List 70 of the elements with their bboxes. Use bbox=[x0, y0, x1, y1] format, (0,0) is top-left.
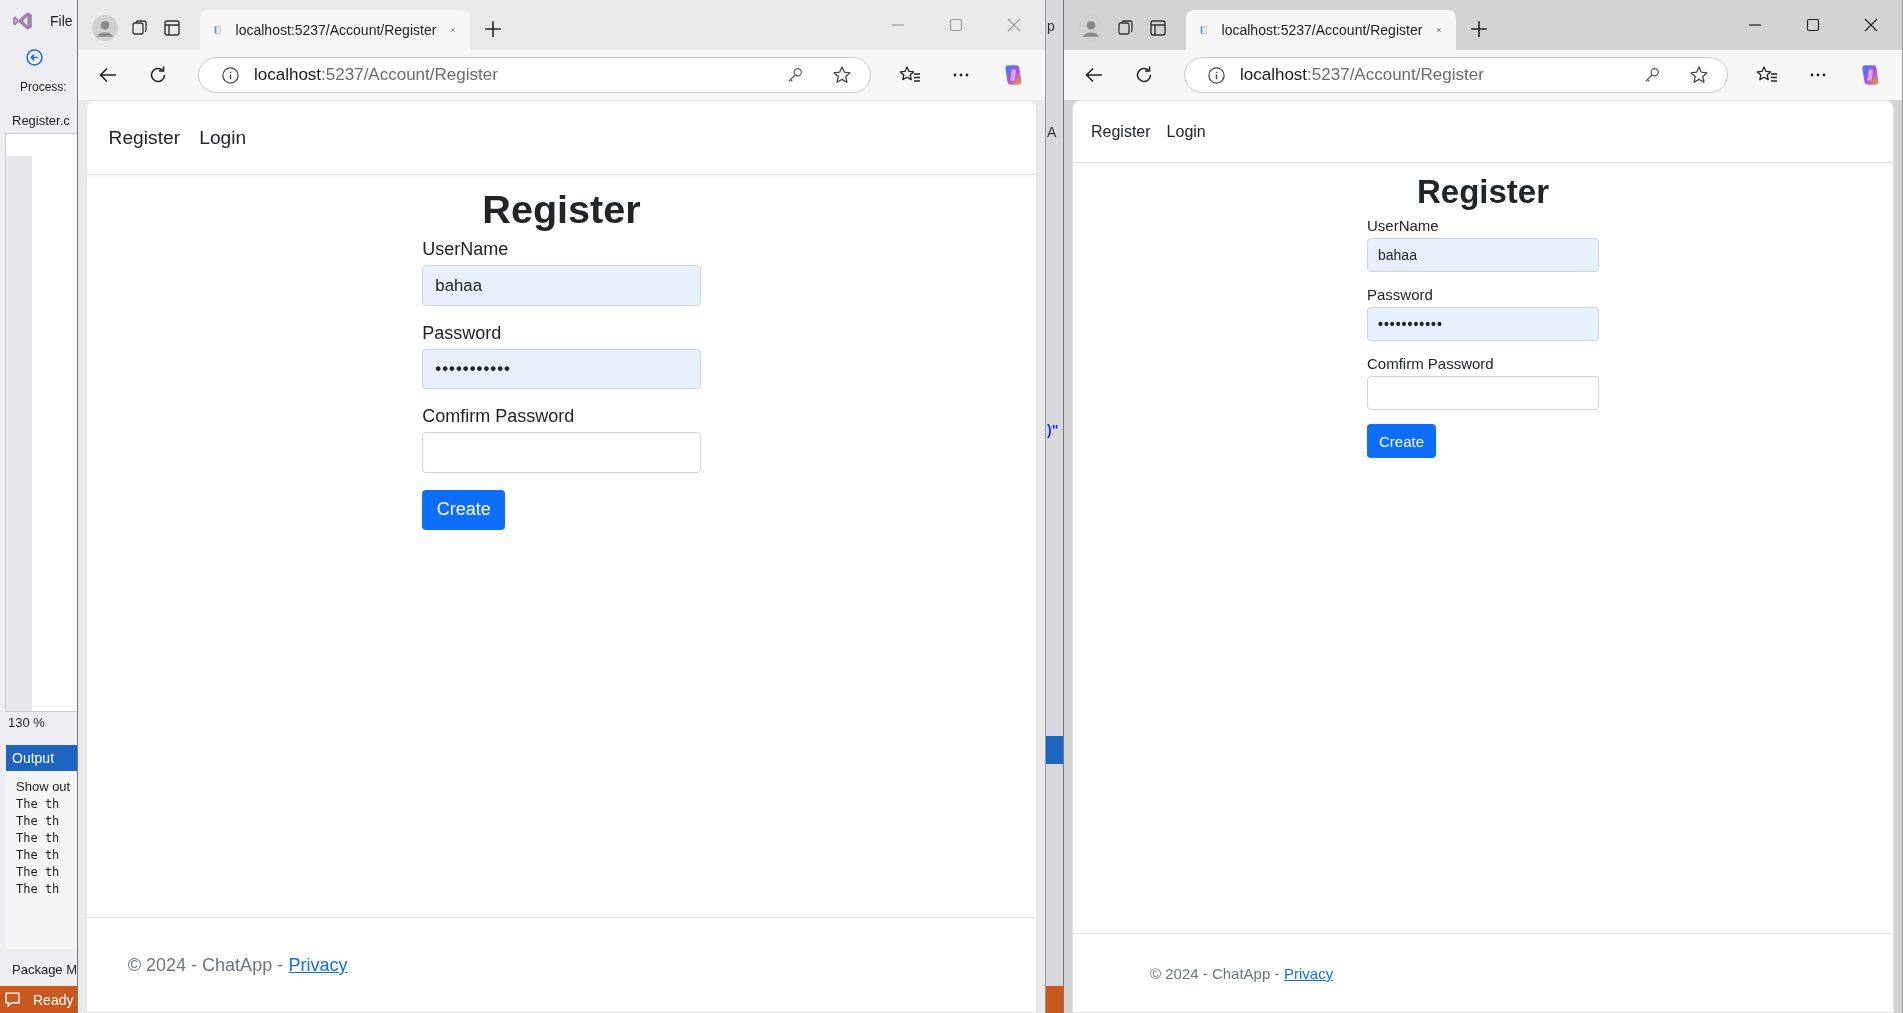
browser-tab[interactable]: localhost:5237/Account/Register bbox=[1186, 10, 1456, 50]
code-fragment: p bbox=[1047, 18, 1055, 34]
page-heading: Register bbox=[1415, 173, 1551, 211]
nav-link[interactable]: Login bbox=[1166, 122, 1206, 141]
input-field[interactable]: ••••••••••• bbox=[422, 348, 701, 390]
input-field[interactable]: ••••••••••• bbox=[1367, 307, 1599, 341]
status-text: Ready bbox=[33, 991, 74, 1008]
input-field[interactable] bbox=[422, 431, 701, 473]
back-icon[interactable] bbox=[1084, 65, 1104, 85]
star-icon[interactable] bbox=[832, 65, 852, 85]
info-icon[interactable] bbox=[1207, 65, 1226, 85]
field-label: Comfirm Password bbox=[422, 406, 576, 428]
page-heading: Register bbox=[481, 187, 642, 233]
output-line: The th bbox=[16, 882, 61, 896]
address-bar[interactable]: localhost:5237/Account/Register bbox=[1184, 57, 1728, 93]
zoom-dropdown[interactable]: 130 % bbox=[8, 714, 45, 730]
input-field[interactable] bbox=[1367, 376, 1599, 410]
toolbar-label: Process: bbox=[20, 80, 67, 94]
status-bar bbox=[1046, 986, 1063, 1013]
workspaces-icon[interactable] bbox=[1116, 18, 1136, 38]
nav-link[interactable]: Register bbox=[1091, 122, 1151, 141]
comment-icon bbox=[4, 991, 21, 1008]
create-button[interactable]: Create bbox=[422, 489, 506, 531]
copyright-text: © 2024 - ChatApp - bbox=[127, 954, 284, 976]
output-line: The th bbox=[16, 848, 61, 862]
maximize-icon[interactable] bbox=[1806, 18, 1820, 32]
output-line: The th bbox=[16, 797, 61, 811]
favorites-icon[interactable] bbox=[899, 65, 921, 85]
key-icon[interactable] bbox=[786, 66, 804, 84]
code-fragment: )" bbox=[1047, 422, 1059, 438]
privacy-link[interactable]: Privacy bbox=[1283, 964, 1334, 982]
output-line: The th bbox=[16, 814, 61, 828]
ide-logo-icon bbox=[12, 10, 34, 32]
refresh-icon[interactable] bbox=[148, 65, 168, 85]
nav-link[interactable]: Login bbox=[199, 126, 247, 149]
code-fragment: A bbox=[1047, 124, 1057, 140]
privacy-link[interactable]: Privacy bbox=[288, 954, 348, 976]
create-button[interactable]: Create bbox=[1367, 424, 1437, 458]
tab-actions-icon[interactable] bbox=[162, 18, 182, 38]
input-field[interactable]: bahaa bbox=[1367, 238, 1599, 272]
panel-title: Output bbox=[12, 750, 55, 766]
copyright-text: © 2024 - ChatApp - bbox=[1150, 964, 1280, 982]
field-label: UserName bbox=[1367, 217, 1440, 234]
workspaces-icon[interactable] bbox=[130, 18, 150, 38]
favorites-icon[interactable] bbox=[1756, 65, 1778, 85]
field-label: Password bbox=[422, 322, 503, 344]
menu-item[interactable]: File bbox=[50, 13, 73, 29]
back-icon[interactable] bbox=[98, 65, 118, 85]
input-field[interactable]: bahaa bbox=[422, 265, 701, 306]
panel-tab[interactable]: Package M bbox=[12, 961, 78, 977]
nav-link[interactable]: Register bbox=[108, 126, 181, 149]
refresh-icon[interactable] bbox=[1134, 65, 1154, 85]
field-label: Password bbox=[1367, 286, 1434, 303]
panel-header bbox=[1046, 736, 1063, 764]
tab-actions-icon[interactable] bbox=[1148, 18, 1168, 38]
document-tab[interactable]: Register.c bbox=[12, 112, 70, 128]
info-icon[interactable] bbox=[221, 65, 240, 85]
star-icon[interactable] bbox=[1689, 65, 1709, 85]
output-line: The th bbox=[16, 831, 61, 845]
new-tab-icon[interactable] bbox=[1470, 20, 1488, 38]
close-icon[interactable] bbox=[1864, 18, 1878, 32]
key-icon[interactable] bbox=[1643, 66, 1661, 84]
browser-tab[interactable]: localhost:5237/Account/Register bbox=[200, 10, 470, 50]
field-label: UserName bbox=[422, 239, 510, 261]
address-bar[interactable]: localhost:5237/Account/Register bbox=[198, 57, 871, 93]
output-source-label: Show out bbox=[16, 779, 72, 794]
new-tab-icon[interactable] bbox=[484, 20, 502, 38]
field-label: Comfirm Password bbox=[1367, 355, 1495, 372]
output-line: The th bbox=[16, 865, 61, 879]
profile-icon[interactable] bbox=[92, 15, 118, 41]
